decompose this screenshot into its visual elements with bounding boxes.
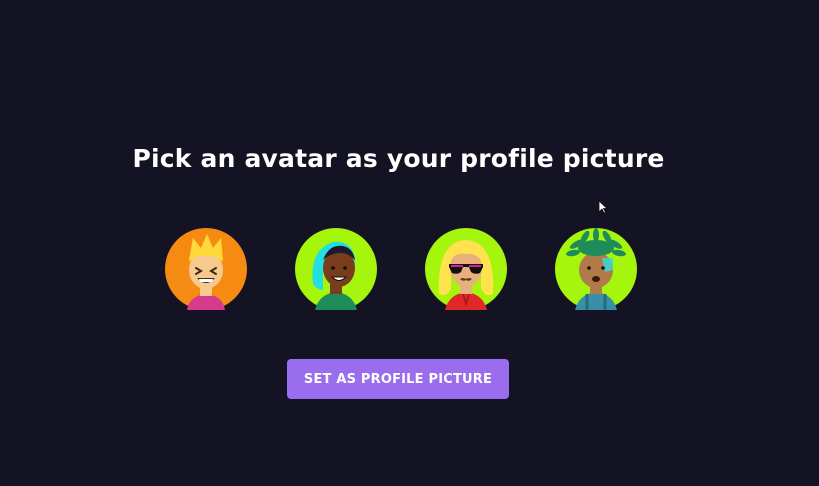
avatar-option-4[interactable] (555, 228, 637, 310)
set-profile-picture-button[interactable]: SET AS PROFILE PICTURE (287, 359, 509, 399)
page-title: Pick an avatar as your profile picture (132, 144, 665, 173)
avatar-3-image (425, 228, 507, 310)
avatar-picker-page: Pick an avatar as your profile picture S… (0, 0, 819, 486)
avatar-list (165, 228, 637, 310)
avatar-option-2[interactable] (295, 228, 377, 310)
avatar-option-3[interactable] (425, 228, 507, 310)
avatar-4-image (555, 228, 637, 310)
avatar-1-image (165, 228, 247, 310)
avatar-2-image (295, 228, 377, 310)
avatar-option-1[interactable] (165, 228, 247, 310)
mouse-cursor-icon (598, 200, 608, 214)
